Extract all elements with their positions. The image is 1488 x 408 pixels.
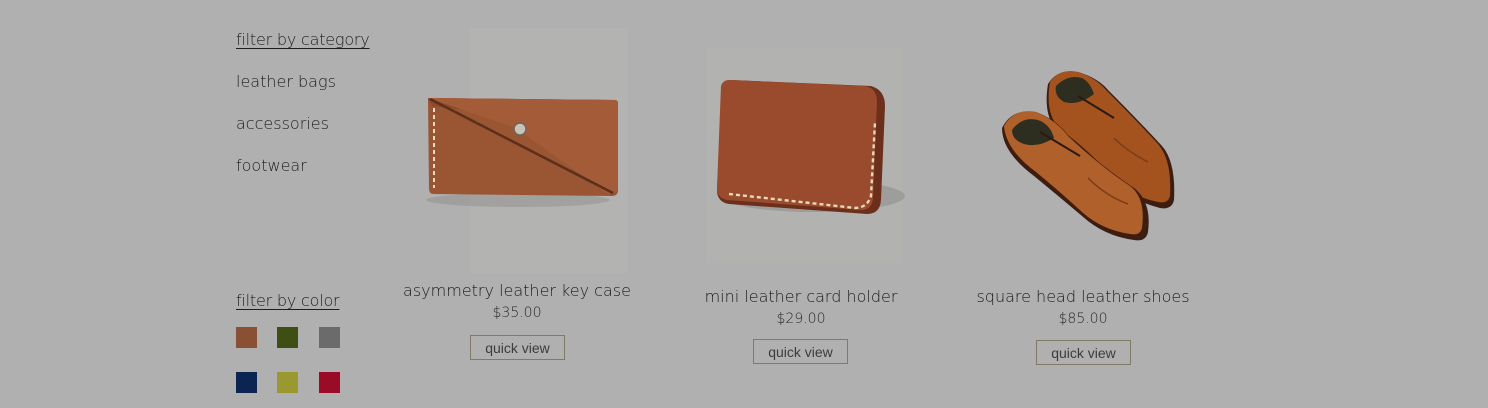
quick-view-button[interactable]: quick view <box>753 339 848 364</box>
product-price: $35.00 <box>492 305 542 321</box>
filter-by-category-heading[interactable]: filter by category <box>236 30 370 49</box>
leather-card-holder-image <box>707 48 905 263</box>
leather-key-case-image <box>426 28 628 273</box>
color-swatch-navy[interactable] <box>236 372 257 393</box>
quick-view-button[interactable]: quick view <box>470 335 565 360</box>
color-swatch-crimson[interactable] <box>319 372 340 393</box>
product-image-card-holder[interactable] <box>695 28 915 273</box>
quick-view-button[interactable]: quick view <box>1036 340 1131 365</box>
product-price: $85.00 <box>1058 311 1108 327</box>
color-swatch-brown[interactable] <box>236 327 257 348</box>
color-swatch-gray[interactable] <box>319 327 340 348</box>
category-accessories[interactable]: accessories <box>236 114 329 133</box>
filter-by-color-heading[interactable]: filter by color <box>236 291 340 310</box>
product-name[interactable]: square head leather shoes <box>943 287 1223 306</box>
product-name[interactable]: asymmetry leather key case <box>377 281 657 300</box>
color-swatch-olive[interactable] <box>277 327 298 348</box>
category-footwear[interactable]: footwear <box>236 156 307 175</box>
product-image-shoes[interactable] <box>978 28 1198 273</box>
product-image-key-case[interactable] <box>408 28 628 273</box>
product-price: $29.00 <box>776 311 826 327</box>
product-name[interactable]: mini leather card holder <box>661 287 941 306</box>
color-swatch-mustard[interactable] <box>277 372 298 393</box>
leather-shoes-image <box>1002 71 1175 241</box>
category-leather-bags[interactable]: leather bags <box>236 72 336 91</box>
